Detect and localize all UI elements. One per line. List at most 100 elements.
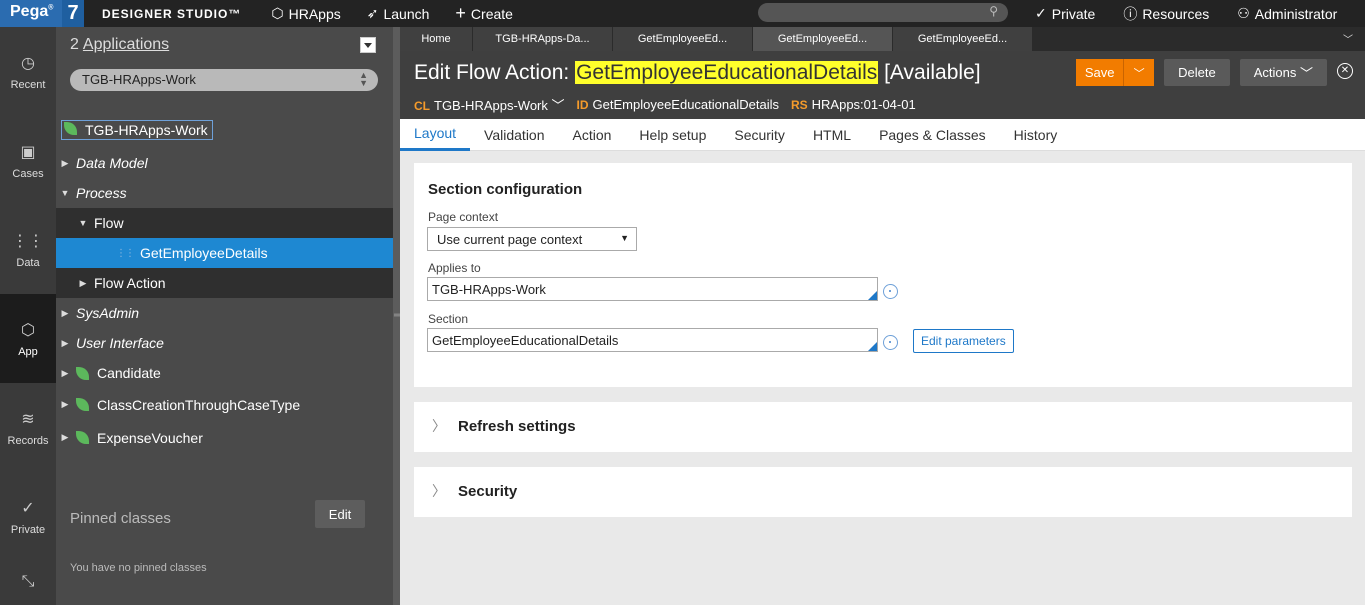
ruleset-link[interactable]: HRApps:01-04-01 bbox=[812, 97, 916, 112]
brand-registered-mark: ® bbox=[48, 4, 54, 12]
close-icon[interactable]: ✕ bbox=[1337, 63, 1353, 79]
tab-action[interactable]: Action bbox=[559, 119, 626, 151]
caret-right-icon: ▶ bbox=[61, 399, 69, 409]
chevron-down-icon[interactable]: ﹀ bbox=[552, 98, 565, 113]
tree-flow-action[interactable]: ▶ Flow Action bbox=[56, 268, 393, 298]
chevron-down-icon: ﹀ bbox=[1299, 66, 1313, 81]
panel-splitter[interactable]: ═ bbox=[393, 27, 401, 605]
chevron-right-icon: 〉 bbox=[432, 418, 446, 434]
refresh-settings-card: 〉 Refresh settings bbox=[414, 402, 1352, 452]
caret-right-icon: ▶ bbox=[61, 337, 69, 348]
rail-cases[interactable]: ▣ Cases bbox=[0, 116, 56, 205]
layers-icon: ≋ bbox=[21, 410, 35, 428]
doc-tab[interactable]: GetEmployeeEd... bbox=[613, 27, 753, 51]
document-tabs: Home TGB-HRApps-Da... GetEmployeeEd... G… bbox=[400, 27, 1365, 51]
leaf-icon bbox=[76, 398, 89, 411]
page-context-select[interactable]: Use current page context ▼ bbox=[427, 227, 637, 251]
tab-history[interactable]: History bbox=[1000, 119, 1072, 151]
tree-sysadmin[interactable]: ▶ SysAdmin bbox=[56, 298, 393, 328]
rail-private[interactable]: ✓ Private bbox=[0, 472, 56, 561]
pega-logo[interactable]: Pega® 7 bbox=[0, 0, 84, 27]
studio-title: DESIGNER STUDIO™ bbox=[102, 6, 242, 21]
tree-flow[interactable]: ▼ Flow bbox=[56, 208, 393, 238]
save-button-group: Save ﹀ bbox=[1076, 59, 1155, 86]
caret-down-icon: ▼ bbox=[78, 218, 88, 228]
tab-security[interactable]: Security bbox=[720, 119, 799, 151]
grid-icon: ⋮⋮ bbox=[12, 232, 44, 250]
rule-tabs: Layout Validation Action Help setup Secu… bbox=[400, 119, 1365, 151]
caret-right-icon: ▶ bbox=[61, 367, 69, 378]
applies-to-field[interactable]: TGB-HRApps-Work bbox=[427, 277, 878, 301]
doc-tab[interactable]: GetEmployeeEd... bbox=[893, 27, 1033, 51]
edit-pinned-button[interactable]: Edit bbox=[315, 500, 365, 528]
top-bar: Pega® 7 DESIGNER STUDIO™ ⬡ HRApps ➶ Launch… bbox=[0, 0, 1365, 27]
search-input[interactable]: ⚲ bbox=[758, 3, 1008, 22]
doc-tab-active[interactable]: GetEmployeeEd... bbox=[753, 27, 893, 51]
cube-icon: ⬡ bbox=[21, 321, 35, 339]
caret-right-icon: ▶ bbox=[61, 432, 69, 442]
resources-menu[interactable]: ⓘ Resources bbox=[1123, 4, 1209, 24]
rail-data[interactable]: ⋮⋮ Data bbox=[0, 205, 56, 294]
crosshair-icon[interactable] bbox=[883, 335, 898, 350]
rocket-icon: ➶ bbox=[366, 5, 379, 21]
caret-down-icon: ▼ bbox=[60, 188, 70, 198]
refresh-settings-header[interactable]: 〉 Refresh settings bbox=[432, 416, 576, 436]
rail-records[interactable]: ≋ Records bbox=[0, 383, 56, 472]
app-explorer: 2 Applications TGB-HRApps-Work ▲ ▼ TGB-HRA… bbox=[56, 27, 393, 605]
edit-parameters-button[interactable]: Edit parameters bbox=[913, 329, 1014, 353]
rail-app[interactable]: ⬡ App bbox=[0, 294, 56, 383]
delete-button[interactable]: Delete bbox=[1164, 59, 1230, 86]
drag-handle-icon[interactable]: ⋮⋮ bbox=[116, 248, 135, 259]
launch-menu[interactable]: ➶ Launch bbox=[367, 5, 430, 22]
chevron-down-icon[interactable]: ﹀ bbox=[1343, 31, 1353, 46]
section-label: Section bbox=[428, 312, 469, 326]
operator-menu[interactable]: ⚇ Administrator bbox=[1237, 5, 1337, 22]
tab-layout[interactable]: Layout bbox=[400, 119, 471, 151]
tab-help-setup[interactable]: Help setup bbox=[625, 119, 720, 151]
applies-to-label: Applies to bbox=[428, 261, 481, 275]
tree-candidate[interactable]: ▶ Candidate bbox=[56, 358, 393, 388]
tree-expense-voucher[interactable]: ▶ ExpenseVoucher bbox=[56, 421, 393, 454]
actions-button[interactable]: Actions ﹀ bbox=[1239, 59, 1327, 86]
tab-validation[interactable]: Validation bbox=[470, 119, 558, 151]
tab-html[interactable]: HTML bbox=[799, 119, 865, 151]
tree-user-interface[interactable]: ▶ User Interface bbox=[56, 328, 393, 358]
section-config-title: Section configuration bbox=[428, 181, 583, 198]
tree-data-model[interactable]: ▶ Data Model bbox=[56, 148, 393, 178]
explorer-menu-dropdown[interactable] bbox=[360, 37, 376, 53]
save-options-dropdown[interactable]: ﹀ bbox=[1124, 59, 1155, 86]
info-icon: ⓘ bbox=[1123, 5, 1138, 22]
crosshair-icon[interactable] bbox=[883, 284, 898, 299]
caret-right-icon: ▶ bbox=[61, 307, 69, 318]
page-title: Edit Flow Action: GetEmployeeEducational… bbox=[414, 61, 981, 84]
brand-name: Pega bbox=[10, 3, 49, 20]
class-tree: TGB-HRApps-Work ▶ Data Model ▼ Process ▼ Fl… bbox=[56, 117, 393, 454]
application-select[interactable]: TGB-HRApps-Work ▲ ▼ bbox=[70, 69, 378, 91]
rule-meta: CL TGB-HRApps-Work ﹀ ID GetEmployeeEducati… bbox=[414, 97, 916, 113]
doc-tab-home[interactable]: Home bbox=[400, 27, 473, 51]
doc-tab[interactable]: TGB-HRApps-Da... bbox=[473, 27, 613, 51]
tab-pages-classes[interactable]: Pages & Classes bbox=[865, 119, 1000, 151]
rail-recent[interactable]: ◷ Recent bbox=[0, 27, 56, 116]
applications-header: 2 Applications bbox=[70, 36, 170, 53]
caret-down-icon: ▼ bbox=[620, 233, 629, 243]
hrapps-menu[interactable]: ⬡ HRApps bbox=[271, 5, 340, 22]
check-icon: ✓ bbox=[1035, 5, 1047, 21]
tree-root[interactable]: TGB-HRApps-Work bbox=[56, 117, 393, 143]
briefcase-icon: ▣ bbox=[20, 143, 36, 161]
security-header[interactable]: 〉 Security bbox=[432, 481, 517, 501]
tree-class-creation[interactable]: ▶ ClassCreationThroughCaseType bbox=[56, 388, 393, 421]
tree-flow-item[interactable]: ⋮⋮ GetEmployeeDetails bbox=[56, 238, 393, 268]
chevron-down-icon: ﹀ bbox=[1133, 67, 1145, 80]
applications-link[interactable]: Applications bbox=[83, 36, 169, 53]
left-rail: ◷ Recent ▣ Cases ⋮⋮ Data ⬡ App ≋ Records ✓ Pri… bbox=[0, 27, 56, 605]
create-menu[interactable]: + Create bbox=[455, 3, 513, 24]
section-field[interactable]: GetEmployeeEducationalDetails bbox=[427, 328, 878, 352]
class-link[interactable]: TGB-HRApps-Work bbox=[434, 98, 548, 113]
private-menu[interactable]: ✓ Private bbox=[1035, 5, 1095, 22]
collapse-icon[interactable]: ⤡ bbox=[0, 573, 56, 591]
save-button[interactable]: Save bbox=[1076, 59, 1125, 86]
check-icon: ✓ bbox=[21, 499, 35, 517]
tree-process[interactable]: ▼ Process bbox=[56, 178, 393, 208]
search-icon: ⚲ bbox=[989, 4, 998, 18]
